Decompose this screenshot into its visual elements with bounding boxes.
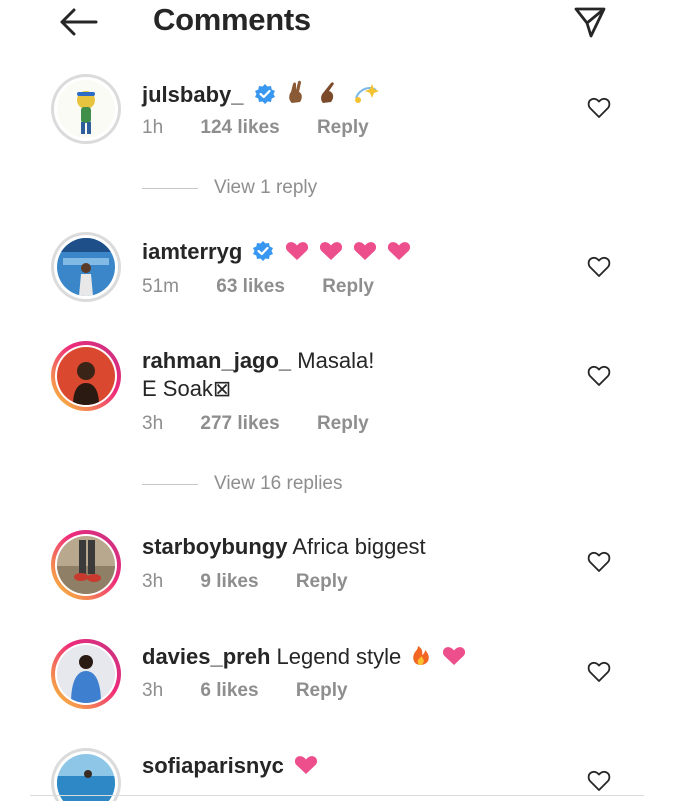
pink-heart-emoji-icon <box>294 754 318 782</box>
comment-username[interactable]: starboybungy <box>142 534 287 559</box>
comment-text: Masala! <box>297 348 375 373</box>
pink-heart-emoji-icon <box>353 240 377 268</box>
reply-button[interactable]: Reply <box>317 117 369 138</box>
comment-text: Legend style <box>276 644 402 669</box>
comment-likes[interactable]: 9 likes <box>200 571 258 592</box>
comment-username[interactable]: sofiaparisnyc <box>142 753 284 778</box>
comment-likes[interactable]: 6 likes <box>200 680 258 701</box>
comment-time: 3h <box>142 680 164 701</box>
comment-time: 1h <box>142 117 164 138</box>
like-heart-icon[interactable] <box>586 95 612 121</box>
avatar[interactable] <box>51 341 121 411</box>
comment-username[interactable]: julsbaby_ <box>142 82 243 107</box>
reply-button[interactable]: Reply <box>296 571 348 592</box>
view-replies-label: View 16 replies <box>214 473 343 494</box>
avatar[interactable] <box>51 639 121 709</box>
pink-heart-emoji-icon <box>285 240 309 268</box>
comments-header: Comments <box>0 0 674 44</box>
share-button[interactable] <box>568 4 612 40</box>
comment-time: 3h <box>142 413 164 434</box>
page-title: Comments <box>153 2 311 37</box>
comment-likes[interactable]: 277 likes <box>200 413 279 434</box>
comment-time: 3h <box>142 571 164 592</box>
view-replies-button[interactable]: View 16 replies <box>142 472 343 496</box>
like-heart-icon[interactable] <box>586 549 612 575</box>
bottom-divider <box>30 795 644 796</box>
reply-button[interactable]: Reply <box>322 276 374 297</box>
fire-emoji-icon <box>411 642 431 673</box>
like-heart-icon[interactable] <box>586 659 612 685</box>
pointing-finger-emoji-icon <box>318 80 340 111</box>
back-button[interactable] <box>56 4 100 40</box>
avatar[interactable] <box>51 530 121 600</box>
divider-line <box>142 483 198 485</box>
avatar[interactable] <box>51 232 121 302</box>
divider-line <box>142 187 198 189</box>
like-heart-icon[interactable] <box>586 363 612 389</box>
comment-username[interactable]: rahman_jago_ <box>142 348 291 373</box>
comment-likes[interactable]: 63 likes <box>216 276 285 297</box>
view-replies-button[interactable]: View 1 reply <box>142 176 317 200</box>
comment-text: Africa biggest <box>292 534 426 559</box>
view-replies-label: View 1 reply <box>214 177 318 198</box>
comment-username[interactable]: iamterryg <box>142 239 242 264</box>
like-heart-icon[interactable] <box>586 254 612 280</box>
pink-heart-emoji-icon <box>387 240 411 268</box>
reply-button[interactable]: Reply <box>317 413 369 434</box>
avatar[interactable] <box>51 74 121 144</box>
pink-heart-emoji-icon <box>319 240 343 268</box>
pink-heart-emoji-icon <box>442 645 466 673</box>
arrow-left-icon <box>60 8 98 36</box>
sparkles-emoji-icon <box>350 82 380 111</box>
avatar[interactable] <box>51 748 121 801</box>
comment-likes[interactable]: 124 likes <box>200 117 279 138</box>
comment-time: 51m <box>142 276 179 297</box>
comment-text-line2: E Soak⊠ <box>142 376 232 401</box>
verified-badge-icon <box>254 84 275 104</box>
paper-plane-icon <box>574 7 606 38</box>
verified-badge-icon <box>253 241 274 261</box>
like-heart-icon[interactable] <box>586 768 612 794</box>
reply-button[interactable]: Reply <box>296 680 348 701</box>
comment-username[interactable]: davies_preh <box>142 644 270 669</box>
crossed-fingers-emoji-icon <box>286 80 308 111</box>
